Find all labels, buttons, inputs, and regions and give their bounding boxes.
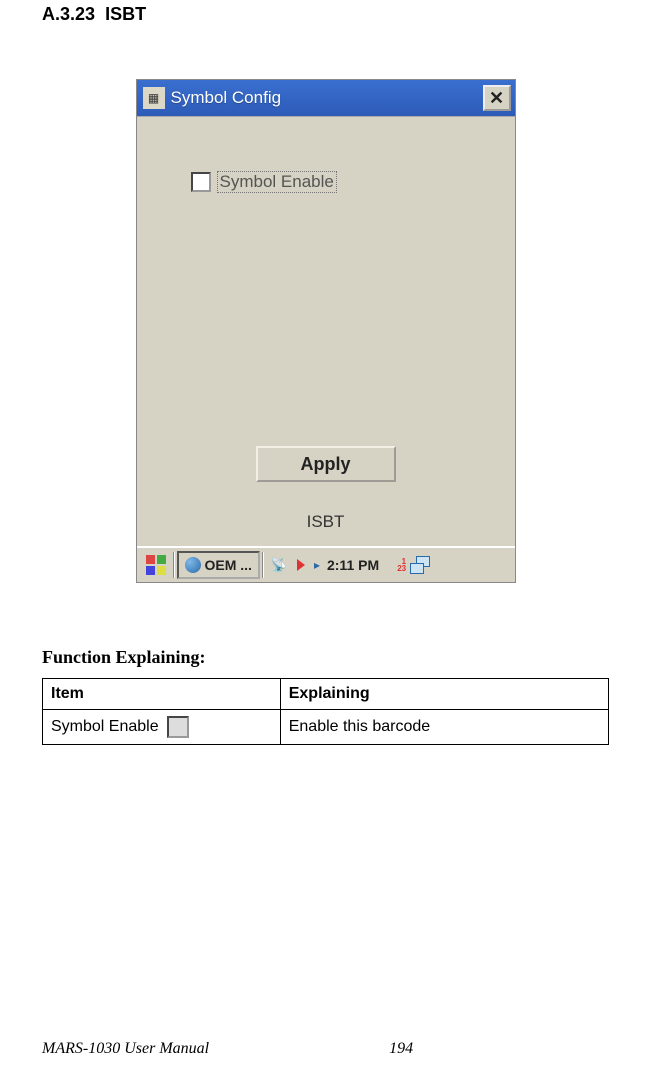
symbol-enable-label: Symbol Enable <box>217 171 337 193</box>
app-icon: ▦ <box>143 87 165 109</box>
page-number: 194 <box>389 1040 413 1058</box>
tray-arrow-icon: ▸ <box>314 558 320 572</box>
volume-icon[interactable] <box>292 556 310 574</box>
close-icon: ✕ <box>489 88 504 109</box>
apply-button[interactable]: Apply <box>256 446 396 482</box>
section-title: ISBT <box>105 4 146 24</box>
cell-item: Symbol Enable <box>43 710 281 745</box>
table-header-row: Item Explaining <box>43 679 609 710</box>
taskbar: OEM ... 📡 ▸ 2:11 PM 1 23 <box>137 546 515 582</box>
header-item: Item <box>43 679 281 710</box>
symbol-enable-checkbox[interactable] <box>191 172 211 192</box>
titlebar: ▦ Symbol Config ✕ <box>137 80 515 116</box>
function-explaining-heading: Function Explaining: <box>42 647 609 668</box>
section-heading: A.3.23 ISBT <box>42 4 609 25</box>
symbol-enable-row: Symbol Enable <box>191 171 337 193</box>
cascade-windows-icon[interactable] <box>410 556 430 574</box>
taskbar-divider <box>262 552 264 578</box>
windows-flag-icon <box>146 555 166 575</box>
app-screenshot: ▦ Symbol Config ✕ Symbol Enable Apply IS… <box>136 79 516 583</box>
globe-icon <box>185 557 201 573</box>
start-button[interactable] <box>141 551 171 579</box>
item-label: Symbol Enable <box>51 718 159 736</box>
window-title: Symbol Config <box>171 88 477 108</box>
network-icon[interactable]: 📡 <box>270 556 288 574</box>
table-row: Symbol Enable Enable this barcode <box>43 710 609 745</box>
page-footer: MARS-1030 User Manual 194 <box>42 1040 609 1058</box>
tab-label: ISBT <box>307 512 345 532</box>
taskbar-divider <box>173 552 175 578</box>
input-panel-icon[interactable]: 1 23 <box>386 556 406 574</box>
close-button[interactable]: ✕ <box>483 85 511 111</box>
checkbox-icon <box>167 716 189 738</box>
section-number: A.3.23 <box>42 4 95 24</box>
system-tray: 📡 ▸ 2:11 PM 1 23 <box>270 556 430 574</box>
window-body: Symbol Enable Apply ISBT <box>137 116 515 546</box>
clock[interactable]: 2:11 PM <box>327 557 379 573</box>
function-table: Item Explaining Symbol Enable Enable thi… <box>42 678 609 745</box>
taskbar-app-label: OEM ... <box>205 557 252 573</box>
cell-explaining: Enable this barcode <box>280 710 608 745</box>
header-explaining: Explaining <box>280 679 608 710</box>
taskbar-app-button[interactable]: OEM ... <box>177 551 260 579</box>
manual-title: MARS-1030 User Manual <box>42 1040 209 1058</box>
